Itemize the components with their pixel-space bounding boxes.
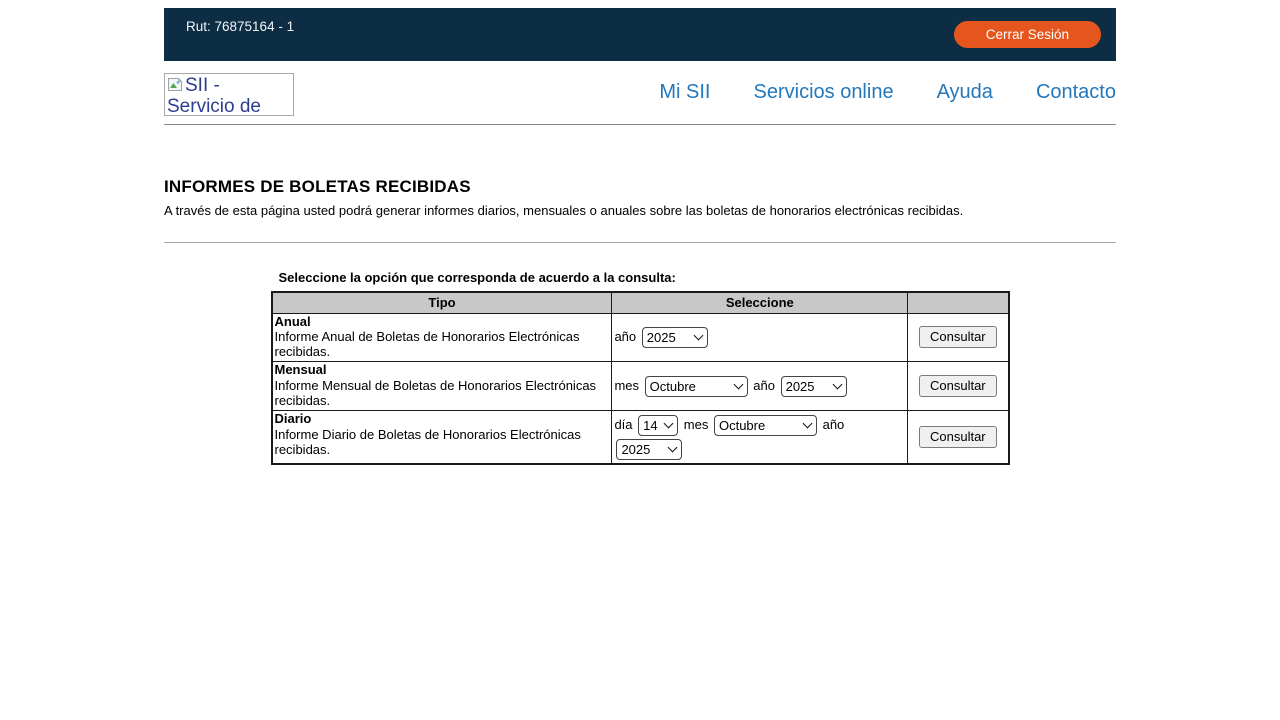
- informes-table: Tipo Seleccione Anual Informe Anual de B…: [271, 291, 1010, 465]
- broken-image-icon: [167, 77, 183, 93]
- nav-contacto[interactable]: Contacto: [1036, 81, 1116, 104]
- col-header-seleccione: Seleccione: [612, 292, 908, 313]
- anio-label: año: [823, 417, 845, 432]
- diario-dia-select[interactable]: 14: [638, 415, 678, 436]
- dia-label: día: [614, 417, 632, 432]
- anio-label: año: [614, 329, 636, 344]
- mes-label: mes: [614, 378, 639, 393]
- sii-logo-broken-image[interactable]: SII - Servicio de: [164, 73, 294, 116]
- table-header-row: Tipo Seleccione: [272, 292, 1009, 313]
- col-header-tipo: Tipo: [272, 292, 612, 313]
- logout-button[interactable]: Cerrar Sesión: [954, 21, 1101, 48]
- row-type-label: Diario: [275, 411, 312, 426]
- diario-mes-select[interactable]: Octubre: [714, 415, 817, 436]
- row-type-description: Informe Anual de Boletas de Honorarios E…: [275, 329, 580, 359]
- row-type-label: Anual: [275, 314, 311, 329]
- table-row-mensual: Mensual Informe Mensual de Boletas de Ho…: [272, 362, 1009, 411]
- row-type-description: Informe Mensual de Boletas de Honorarios…: [275, 378, 597, 408]
- site-header: SII - Servicio de Mi SII Servicios onlin…: [164, 61, 1116, 124]
- nav-servicios-online[interactable]: Servicios online: [754, 81, 894, 104]
- table-row-anual: Anual Informe Anual de Boletas de Honora…: [272, 313, 1009, 362]
- consultar-diario-button[interactable]: Consultar: [919, 426, 997, 448]
- page-title: INFORMES DE BOLETAS RECIBIDAS: [164, 177, 1116, 197]
- anual-anio-select[interactable]: 2025: [642, 327, 708, 348]
- col-header-empty: [908, 292, 1009, 313]
- consultar-anual-button[interactable]: Consultar: [919, 326, 997, 348]
- content-divider: [164, 242, 1116, 243]
- mes-label: mes: [684, 417, 709, 432]
- nav-ayuda[interactable]: Ayuda: [937, 81, 993, 104]
- page-description: A través de esta página usted podrá gene…: [164, 203, 1116, 218]
- nav-mi-sii[interactable]: Mi SII: [659, 81, 710, 104]
- page-root: Rut: 76875164 - 1 Cerrar Sesión SII - Se…: [164, 0, 1116, 465]
- consultar-mensual-button[interactable]: Consultar: [919, 375, 997, 397]
- anio-label: año: [753, 378, 775, 393]
- main-nav: Mi SII Servicios online Ayuda Contacto: [659, 81, 1116, 104]
- row-type-description: Informe Diario de Boletas de Honorarios …: [275, 427, 581, 457]
- header-divider: [164, 124, 1116, 125]
- table-caption: Seleccione la opción que corresponda de …: [279, 270, 1010, 285]
- rut-label: Rut: 76875164 - 1: [186, 19, 294, 34]
- row-type-label: Mensual: [275, 362, 327, 377]
- consulta-section: Seleccione la opción que corresponda de …: [271, 270, 1010, 465]
- mensual-anio-select[interactable]: 2025: [781, 376, 847, 397]
- table-row-diario: Diario Informe Diario de Boletas de Hono…: [272, 411, 1009, 465]
- diario-anio-select[interactable]: 2025: [616, 439, 682, 460]
- topbar: Rut: 76875164 - 1 Cerrar Sesión: [164, 8, 1116, 61]
- mensual-mes-select[interactable]: Octubre: [645, 376, 748, 397]
